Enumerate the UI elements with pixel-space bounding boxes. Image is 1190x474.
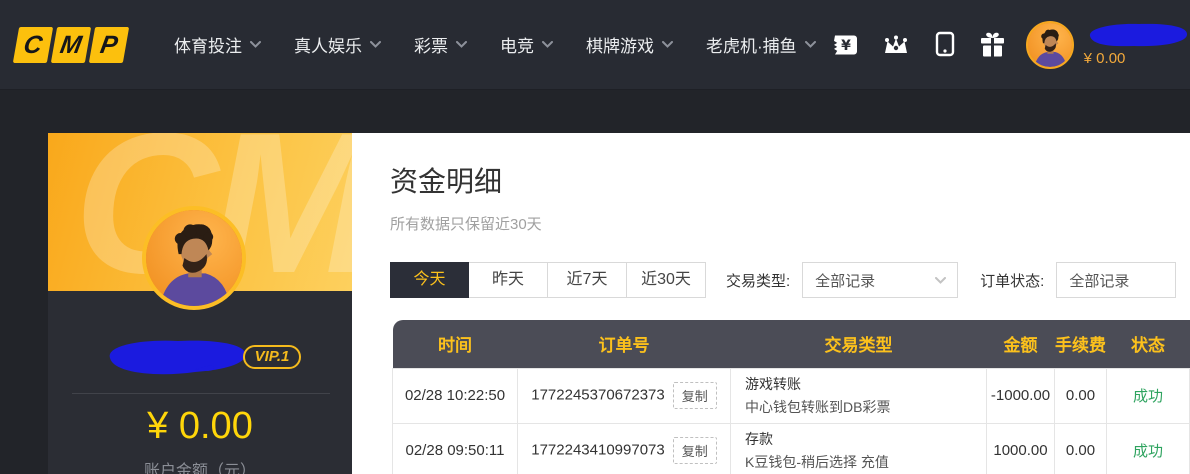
chevron-down-icon [250,41,261,48]
cell-status: 成功 [1107,368,1190,423]
nav-quick-icons: ¥ [830,31,1006,58]
col-header-type: 交易类型 [731,320,987,368]
transaction-type-label: 交易类型: [726,270,790,291]
censored-username-scribble [1084,22,1189,47]
nav-item-slots-fishing[interactable]: 老虎机·捕鱼 [706,32,816,57]
deposit-yuan-icon[interactable]: ¥ [830,34,858,56]
nav-item-esports[interactable]: 电竞 [500,32,553,57]
username-row: VIP.1 [48,336,352,378]
order-status-value: 全部记录 [1069,270,1129,291]
chevron-down-icon [542,41,553,48]
col-header-amount: 金额 [987,320,1055,368]
filter-bar: 今天 昨天 近7天 近30天 交易类型: 全部记录 订单状态: 全部记录 [390,262,1176,298]
nav-item-board-games[interactable]: 棋牌游戏 [586,32,673,57]
mobile-app-icon[interactable] [934,31,956,58]
gift-promo-icon[interactable] [979,32,1006,58]
chevron-down-icon [805,41,816,48]
logo-letter: C [13,27,53,63]
account-balance-caption: 账户金额（元） [48,457,352,474]
order-number: 1772245370672373 [531,386,664,403]
nav-item-live-casino[interactable]: 真人娱乐 [294,32,381,57]
table-header-row: 时间 订单号 交易类型 金额 手续费 状态 [393,320,1190,368]
cell-fee: 0.00 [1055,368,1107,423]
tab-last-7-days[interactable]: 近7天 [548,262,627,298]
chevron-down-icon [935,277,946,284]
col-header-fee: 手续费 [1055,320,1107,368]
profile-card: CMP VIP.1 ¥ 0.00 账户金额（元） [48,133,352,474]
transaction-type-value: 全部记录 [815,270,875,291]
fund-details-panel: 资金明细 所有数据只保留近30天 今天 昨天 近7天 近30天 交易类型: 全部… [352,133,1190,474]
cell-fee: 0.00 [1055,423,1107,474]
copy-button[interactable]: 复制 [673,437,717,464]
nav-item-lottery[interactable]: 彩票 [414,32,467,57]
tab-today[interactable]: 今天 [390,262,469,298]
top-nav: C M P 体育投注 真人娱乐 彩票 电竞 棋牌游戏 老虎机·捕鱼 [0,0,1190,90]
svg-text:¥: ¥ [841,38,851,54]
cell-time: 02/28 10:22:50 [393,368,518,423]
vip-level-badge: VIP.1 [243,345,302,369]
cell-type: 存款 K豆钱包-稍后选择 充值 [731,423,987,474]
chevron-down-icon [370,41,381,48]
tab-yesterday[interactable]: 昨天 [469,262,548,298]
cell-type: 游戏转账 中心钱包转账到DB彩票 [731,368,987,423]
brand-logo[interactable]: C M P [16,27,126,63]
sidebar-divider [72,393,330,394]
transaction-type-detail: 中心钱包转账到DB彩票 [745,397,986,417]
chevron-down-icon [662,41,673,48]
logo-letter: P [89,27,129,63]
cell-order-no: 1772243410997073 复制 [518,423,731,474]
page-subtitle: 所有数据只保留近30天 [390,213,542,234]
cell-order-no: 1772245370672373 复制 [518,368,731,423]
wallet-balance[interactable]: ¥ 0.00 [1084,50,1126,67]
col-header-time: 时间 [393,320,518,368]
transaction-type: 存款 [745,429,986,449]
col-header-status: 状态 [1107,320,1190,368]
col-header-order-no: 订单号 [518,320,731,368]
nav-item-sports[interactable]: 体育投注 [174,32,261,57]
cell-amount: -1000.00 [987,368,1055,423]
transactions-table: 时间 订单号 交易类型 金额 手续费 状态 02/28 10:22:50 177… [392,320,1190,474]
table-row: 02/28 09:50:11 1772243410997073 复制 存款 K豆钱… [393,423,1190,474]
cell-time: 02/28 09:50:11 [393,423,518,474]
transaction-type-select[interactable]: 全部记录 [802,262,958,298]
copy-button[interactable]: 复制 [673,382,717,409]
chevron-down-icon [456,41,467,48]
page-title: 资金明细 [390,160,502,200]
table-row: 02/28 10:22:50 1772245370672373 复制 游戏转账 中… [393,368,1190,423]
censored-username-scribble [99,336,251,378]
account-balance: ¥ 0.00 [48,405,352,448]
cell-status: 成功 [1107,423,1190,474]
order-status-label: 订单状态: [980,270,1044,291]
transaction-type-detail: K豆钱包-稍后选择 充值 [745,452,986,472]
user-avatar[interactable] [1026,21,1074,69]
logo-letter: M [51,27,91,63]
nav-user-area: ¥ 0.00 [1026,21,1189,69]
cell-amount: 1000.00 [987,423,1055,474]
order-status-select[interactable]: 全部记录 [1056,262,1176,298]
tab-last-30-days[interactable]: 近30天 [627,262,706,298]
crown-vip-icon[interactable] [881,33,911,57]
main-menu: 体育投注 真人娱乐 彩票 电竞 棋牌游戏 老虎机·捕鱼 [174,32,816,57]
transaction-type: 游戏转账 [745,374,986,394]
order-number: 1772243410997073 [531,441,664,458]
profile-avatar[interactable] [142,206,246,310]
